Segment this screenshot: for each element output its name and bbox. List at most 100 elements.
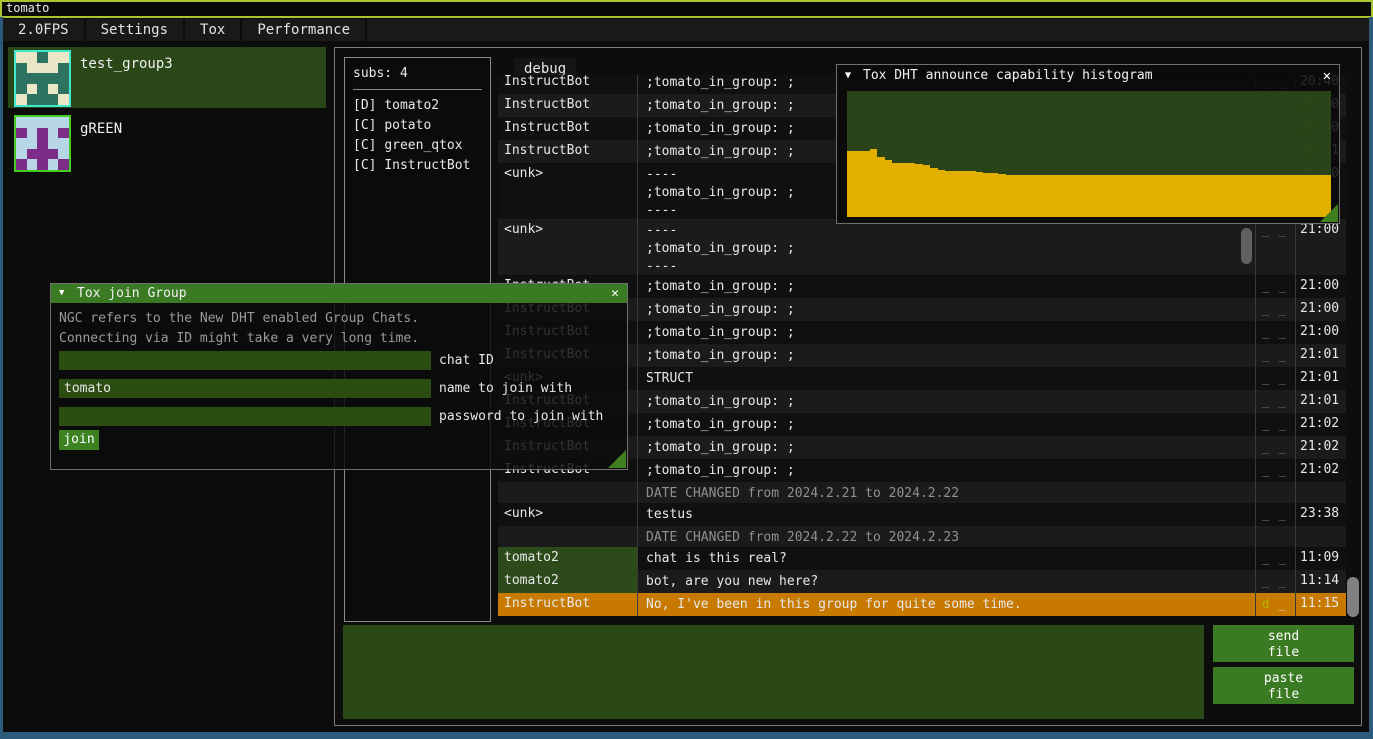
- message-status-flags: _ _: [1256, 547, 1296, 570]
- message-status-flags: _ _: [1256, 459, 1296, 482]
- menu-item-settings[interactable]: Settings: [86, 19, 185, 41]
- group-avatar: [14, 115, 71, 172]
- message-timestamp: 11:14: [1296, 570, 1346, 593]
- join-group-title-bar[interactable]: ▼ Tox join Group ✕: [51, 284, 627, 303]
- message-content: ;tomato_in_group: ;: [638, 298, 1256, 321]
- dht-histogram-window: ▼ Tox DHT announce capability histogram …: [836, 64, 1340, 224]
- close-icon[interactable]: ✕: [1323, 65, 1331, 87]
- histogram-bar: [968, 171, 976, 217]
- window-title: tomato: [6, 1, 49, 15]
- histogram-bar: [915, 164, 923, 217]
- message-status-flags: [1256, 482, 1296, 503]
- message-status-flags: _ _: [1256, 219, 1296, 275]
- join-name-input[interactable]: [59, 379, 431, 398]
- histogram-bar: [1029, 175, 1037, 217]
- paste-file-button[interactable]: paste file: [1213, 667, 1354, 704]
- group-name: gREEN: [80, 121, 122, 137]
- histogram-plot: [847, 91, 1331, 217]
- message-timestamp: 21:02: [1296, 459, 1346, 482]
- member-name: green_qtox: [384, 138, 462, 153]
- resize-grip[interactable]: [1320, 204, 1338, 222]
- message-timestamp: 21:00: [1296, 321, 1346, 344]
- join-name-label: name to join with: [439, 379, 572, 398]
- message-row[interactable]: <unk>----;tomato_in_group: ;----_ _21:00: [498, 219, 1346, 275]
- message-content: STRUCT: [638, 367, 1256, 390]
- histogram-bar: [1172, 175, 1180, 217]
- histogram-bar: [1150, 175, 1158, 217]
- message-status-flags: [1256, 526, 1296, 547]
- message-content: ;tomato_in_group: ;: [638, 413, 1256, 436]
- send-file-button[interactable]: send file: [1213, 625, 1354, 662]
- member-list-item[interactable]: [C] potato: [353, 116, 490, 136]
- histogram-bar: [945, 171, 953, 217]
- subs-count: subs: 4: [345, 58, 490, 81]
- join-group-title: Tox join Group: [77, 286, 187, 301]
- histogram-bar: [1119, 175, 1127, 217]
- histogram-bar: [1044, 175, 1052, 217]
- menu-item-performance[interactable]: Performance: [242, 19, 367, 41]
- histogram-bar: [1036, 175, 1044, 217]
- date-separator-row: DATE CHANGED from 2024.2.22 to 2024.2.23: [498, 526, 1346, 547]
- message-content: ;tomato_in_group: ;: [638, 275, 1256, 298]
- histogram-bar: [1248, 175, 1256, 217]
- message-content: No, I've been in this group for quite so…: [638, 593, 1256, 616]
- histogram-bar: [847, 151, 855, 217]
- message-author: tomato2: [498, 547, 638, 570]
- message-status-flags: _ _: [1256, 344, 1296, 367]
- dht-histogram-title-bar[interactable]: ▼ Tox DHT announce capability histogram …: [837, 65, 1339, 87]
- close-icon[interactable]: ✕: [611, 284, 619, 303]
- chat-scrollbar-thumb[interactable]: [1347, 577, 1359, 617]
- member-list-item[interactable]: [D] tomato2: [353, 96, 490, 116]
- message-timestamp: [1296, 526, 1346, 547]
- date-separator-text: DATE CHANGED from 2024.2.22 to 2024.2.23: [638, 526, 1256, 547]
- dht-histogram-title: Tox DHT announce capability histogram: [863, 68, 1153, 83]
- window-border: [1369, 17, 1373, 739]
- histogram-bar: [900, 163, 908, 217]
- window-title-bar[interactable]: tomato: [0, 0, 1373, 18]
- histogram-bar: [1293, 175, 1301, 217]
- member-prefix: [D]: [353, 98, 376, 113]
- message-row[interactable]: tomato2chat is this real?_ _11:09: [498, 547, 1346, 570]
- histogram-bar: [1225, 175, 1233, 217]
- collapse-icon[interactable]: ▼: [845, 65, 851, 87]
- message-row[interactable]: tomato2bot, are you new here?_ _11:14: [498, 570, 1346, 593]
- message-content: ;tomato_in_group: ;: [638, 321, 1256, 344]
- message-status-flags: _ _: [1256, 503, 1296, 526]
- date-separator-row: DATE CHANGED from 2024.2.21 to 2024.2.22: [498, 482, 1346, 503]
- histogram-bar: [1240, 175, 1248, 217]
- message-status-flags: _ _: [1256, 298, 1296, 321]
- app-window: tomato 2.0FPS Settings Tox Performance t…: [0, 0, 1373, 739]
- join-button[interactable]: join: [59, 430, 99, 450]
- histogram-bar: [1210, 175, 1218, 217]
- message-row[interactable]: InstructBotNo, I've been in this group f…: [498, 593, 1346, 616]
- message-timestamp: [1296, 482, 1346, 503]
- histogram-bar: [885, 160, 893, 217]
- histogram-bar: [1157, 175, 1165, 217]
- collapse-icon[interactable]: ▼: [59, 284, 64, 303]
- member-list-item[interactable]: [C] green_qtox: [353, 136, 490, 156]
- histogram-bar: [1006, 175, 1014, 217]
- group-list-item-gREEN[interactable]: gREEN: [8, 112, 326, 173]
- chat-id-input[interactable]: [59, 351, 431, 370]
- menu-item-tox[interactable]: Tox: [185, 19, 242, 41]
- histogram-bar: [1263, 175, 1271, 217]
- message-status-flags: _ _: [1256, 390, 1296, 413]
- message-cell-scrollbar-thumb[interactable]: [1241, 228, 1252, 264]
- message-content: bot, are you new here?: [638, 570, 1256, 593]
- histogram-bar: [1089, 175, 1097, 217]
- message-row[interactable]: <unk>testus_ _23:38: [498, 503, 1346, 526]
- member-prefix: [C]: [353, 158, 376, 173]
- histogram-bar: [938, 170, 946, 217]
- group-list-item-test_group3[interactable]: test_group3: [8, 47, 326, 108]
- member-list-item[interactable]: [C] InstructBot: [353, 156, 490, 176]
- histogram-bar: [1218, 175, 1226, 217]
- histogram-bar: [1278, 175, 1286, 217]
- histogram-bar: [1202, 175, 1210, 217]
- message-author: InstructBot: [498, 593, 638, 616]
- histogram-bar: [923, 165, 931, 217]
- message-input[interactable]: [343, 625, 1204, 719]
- histogram-bar: [1112, 175, 1120, 217]
- resize-grip[interactable]: [608, 450, 626, 468]
- join-password-input[interactable]: [59, 407, 431, 426]
- histogram-bar: [1081, 175, 1089, 217]
